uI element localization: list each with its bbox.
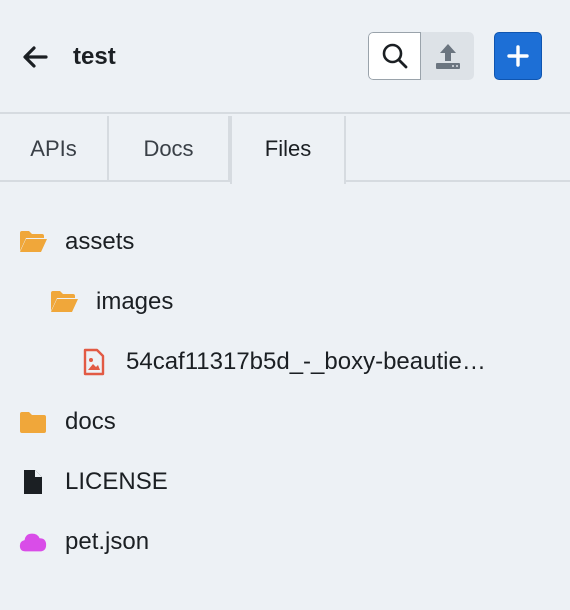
tree-item-label: pet.json <box>65 528 150 555</box>
upload-icon <box>435 44 460 69</box>
file-icon <box>18 467 48 497</box>
tree-item-license[interactable]: LICENSE <box>18 452 168 512</box>
folder-open-icon <box>18 227 48 257</box>
arrow-left-icon <box>23 46 48 68</box>
tree-item-docs[interactable]: docs <box>18 392 116 452</box>
tab-docs[interactable]: Docs <box>109 116 230 182</box>
tree-item-label: docs <box>65 408 116 435</box>
upload-button[interactable] <box>421 32 474 80</box>
search-button[interactable] <box>368 32 421 80</box>
tree-item-label: 54caf11317b5d_-_boxy-beautie… <box>126 348 486 375</box>
tab-files[interactable]: Files <box>230 116 346 184</box>
tree-item-pet-json[interactable]: pet.json <box>18 512 149 572</box>
page-title: test <box>73 43 116 70</box>
tree-item-images[interactable]: images <box>49 272 173 332</box>
search-icon <box>382 43 407 69</box>
tree-item-label: LICENSE <box>65 468 168 495</box>
tree-item-image-file[interactable]: 54caf11317b5d_-_boxy-beautie… <box>79 332 549 392</box>
folder-open-icon <box>49 287 79 317</box>
action-button-group <box>368 32 474 80</box>
tree-item-assets[interactable]: assets <box>18 212 134 272</box>
tree-item-label: images <box>96 288 174 315</box>
tab-apis[interactable]: APIs <box>0 116 109 182</box>
tab-bar: APIs Docs Files <box>0 116 570 184</box>
back-button[interactable] <box>18 40 52 74</box>
folder-icon <box>18 407 48 437</box>
add-button[interactable] <box>494 32 542 80</box>
plus-icon <box>507 45 529 67</box>
image-file-icon <box>79 347 109 377</box>
header: test <box>0 0 570 114</box>
cloud-icon <box>18 527 48 557</box>
tree-item-label: assets <box>65 228 135 255</box>
